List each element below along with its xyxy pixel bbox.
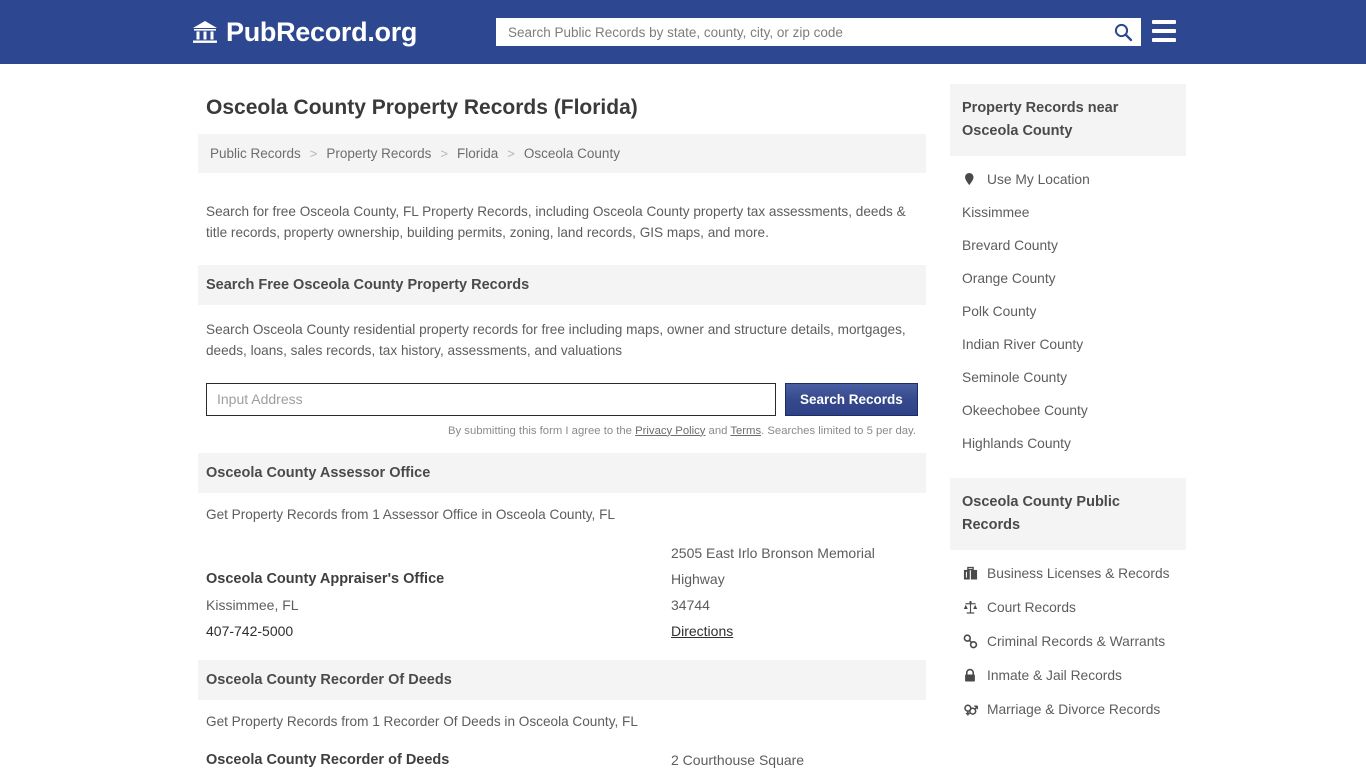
sidebar-item-label: Polk County <box>962 304 1037 319</box>
sidebar-item-seminole-county[interactable]: Seminole County <box>950 361 1186 394</box>
search-section-heading: Search Free Osceola County Property Reco… <box>198 264 926 305</box>
terms-link[interactable]: Terms <box>730 425 761 437</box>
hamburger-bar <box>1152 38 1176 42</box>
sidebar-item-label: Seminole County <box>962 370 1068 385</box>
sidebar-item-highlands-county[interactable]: Highlands County <box>950 427 1186 460</box>
sidebar-item-polk-county[interactable]: Polk County <box>950 295 1186 328</box>
sidebar-item-brevard-county[interactable]: Brevard County <box>950 229 1186 262</box>
sidebar-panel-divider <box>950 460 1186 478</box>
disclaimer-suffix: . Searches limited to 5 per day. <box>761 424 916 437</box>
sidebar-item-label: Okeechobee County <box>962 403 1088 418</box>
form-disclaimer: By submitting this form I agree to the P… <box>206 425 918 437</box>
gender-symbols-icon <box>962 701 978 717</box>
sidebar: Property Records near Osceola County Use… <box>950 84 1186 768</box>
lock-icon <box>962 667 978 683</box>
office-left-column: Osceola County Recorder of Deeds Kissimm… <box>206 747 671 768</box>
sidebar-item-label: Brevard County <box>962 238 1058 253</box>
sidebar-item-label: Highlands County <box>962 436 1071 451</box>
map-pin-icon <box>962 171 978 187</box>
office-city-state: Kissimmee, FL <box>206 596 299 613</box>
assessor-section-heading: Osceola County Assessor Office <box>198 452 926 493</box>
disclaimer-prefix: By submitting this form I agree to the <box>447 424 636 437</box>
breadcrumb-item-osceola-county[interactable]: Osceola County <box>520 146 624 161</box>
search-icon[interactable] <box>1113 22 1133 42</box>
address-input[interactable] <box>206 382 776 416</box>
sidebar-item-indian-river-county[interactable]: Indian River County <box>950 328 1186 361</box>
property-search-form: Search Records <box>206 382 918 416</box>
sidebar-item-marriage-divorce-records[interactable]: Marriage & Divorce Records <box>950 692 1186 726</box>
office-zip: 34744 <box>671 596 710 613</box>
breadcrumb-item-public-records[interactable]: Public Records <box>206 146 305 161</box>
page-title: Osceola County Property Records (Florida… <box>206 96 638 119</box>
office-right-column: 2505 East Irlo Bronson Memorial Highway … <box>671 540 918 644</box>
nearby-panel-list: Use My Location Kissimmee Brevard County… <box>950 156 1186 460</box>
sidebar-item-court-records[interactable]: Court Records <box>950 590 1186 624</box>
breadcrumb-item-property-records[interactable]: Property Records <box>322 146 435 161</box>
office-listing: Osceola County Recorder of Deeds Kissimm… <box>198 729 926 768</box>
sidebar-item-criminal-records[interactable]: Criminal Records & Warrants <box>950 624 1186 658</box>
office-spacer <box>206 540 671 566</box>
scales-icon <box>962 599 978 615</box>
breadcrumb-separator-icon: > <box>309 146 318 161</box>
office-street-address: 2505 East Irlo Bronson Memorial Highway <box>671 544 875 587</box>
recorder-section-description: Get Property Records from 1 Recorder Of … <box>206 713 638 729</box>
sidebar-item-label: Inmate & Jail Records <box>987 667 1122 683</box>
office-street-address: 2 Courthouse Square <box>671 751 805 768</box>
site-header: PubRecord.org <box>0 0 1366 64</box>
header-search-bar[interactable] <box>496 18 1141 46</box>
office-name: Osceola County Recorder of Deeds <box>206 751 450 768</box>
sidebar-item-kissimmee[interactable]: Kissimmee <box>950 196 1186 229</box>
search-records-button[interactable]: Search Records <box>784 382 918 416</box>
hamburger-bar <box>1152 29 1176 33</box>
header-search-input[interactable] <box>506 18 1113 46</box>
directions-link[interactable]: Directions <box>671 618 733 644</box>
sidebar-item-label: Use My Location <box>987 171 1090 187</box>
office-listing: Osceola County Appraiser's Office Kissim… <box>198 522 926 644</box>
office-right-column: 2 Courthouse Square 34741 Directions <box>671 747 918 768</box>
main-column: Osceola County Property Records (Florida… <box>198 84 926 768</box>
breadcrumb-item-florida[interactable]: Florida <box>453 146 502 161</box>
office-name: Osceola County Appraiser's Office <box>206 570 445 587</box>
assessor-section-description: Get Property Records from 1 Assessor Off… <box>206 506 615 522</box>
bank-building-icon <box>192 20 218 44</box>
sidebar-item-label: Orange County <box>962 271 1056 286</box>
breadcrumb: Public Records > Property Records > Flor… <box>198 134 926 173</box>
nearby-panel-heading: Property Records near Osceola County <box>950 84 1186 156</box>
sidebar-item-label: Indian River County <box>962 337 1084 352</box>
sidebar-item-label: Criminal Records & Warrants <box>987 633 1166 649</box>
handcuffs-icon <box>962 633 978 649</box>
breadcrumb-separator-icon: > <box>440 146 449 161</box>
sidebar-item-label: Court Records <box>987 599 1076 615</box>
site-logo[interactable]: PubRecord.org <box>192 17 417 48</box>
breadcrumb-separator-icon: > <box>507 146 515 161</box>
sidebar-item-business-licenses[interactable]: Business Licenses & Records <box>950 556 1186 590</box>
privacy-policy-link[interactable]: Privacy Policy <box>635 425 705 437</box>
sidebar-item-orange-county[interactable]: Orange County <box>950 262 1186 295</box>
disclaimer-mid: and <box>705 424 731 437</box>
sidebar-item-use-my-location[interactable]: Use My Location <box>950 162 1186 196</box>
page-intro-text: Search for free Osceola County, FL Prope… <box>206 203 906 240</box>
search-section-body: Search Osceola County residential proper… <box>198 305 926 437</box>
office-left-column: Osceola County Appraiser's Office Kissim… <box>206 540 671 644</box>
sidebar-item-label: Kissimmee <box>962 205 1030 220</box>
search-section-description: Search Osceola County residential proper… <box>206 321 906 358</box>
sidebar-item-inmate-jail-records[interactable]: Inmate & Jail Records <box>950 658 1186 692</box>
content-container: Osceola County Property Records (Florida… <box>198 84 1186 768</box>
briefcase-icon <box>962 565 978 581</box>
public-records-panel-list: Business Licenses & Records Court Record… <box>950 550 1186 726</box>
hamburger-bar <box>1152 20 1176 24</box>
recorder-section-heading: Osceola County Recorder Of Deeds <box>198 659 926 700</box>
office-phone[interactable]: 407-742-5000 <box>206 618 671 644</box>
sidebar-item-okeechobee-county[interactable]: Okeechobee County <box>950 394 1186 427</box>
sidebar-item-label: Marriage & Divorce Records <box>987 701 1161 717</box>
public-records-panel-heading: Osceola County Public Records <box>950 478 1186 550</box>
sidebar-item-label: Business Licenses & Records <box>987 565 1170 581</box>
site-logo-text: PubRecord.org <box>226 16 418 47</box>
page-body: Osceola County Property Records (Florida… <box>0 64 1366 768</box>
hamburger-menu-icon[interactable] <box>1152 20 1176 42</box>
